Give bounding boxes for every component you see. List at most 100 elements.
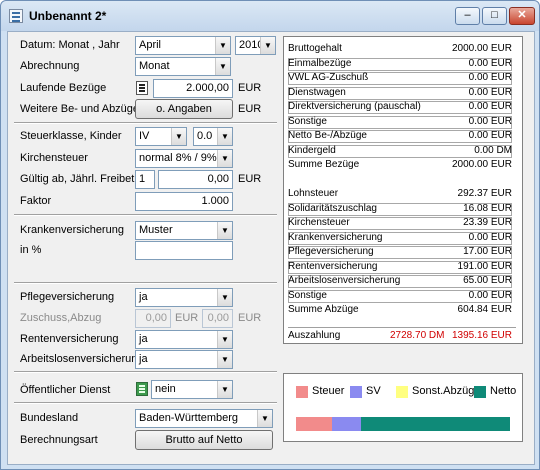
chevron-down-icon: ▼ — [217, 289, 232, 306]
result-label: Einmalbezüge — [288, 57, 352, 69]
separator — [288, 327, 516, 328]
kinder-select[interactable]: 0.0 ▼ — [193, 127, 233, 146]
result-row: Bruttogehalt 2000.00 EUR — [288, 43, 512, 56]
pv-label: Pflegeversicherung — [20, 291, 115, 303]
deduction-label: Arbeitslosenversicherung — [288, 275, 401, 286]
freibetrag-input[interactable]: 0,00 — [158, 170, 233, 189]
calculator-icon[interactable] — [136, 81, 148, 95]
inpct-input[interactable] — [135, 241, 233, 260]
minimize-button[interactable]: – — [455, 7, 480, 25]
zuschuss-input[interactable]: 0,00 — [135, 309, 171, 328]
berechnungsart-button[interactable]: Brutto auf Netto — [135, 430, 273, 450]
chevron-down-icon: ▼ — [217, 351, 232, 368]
result-value: 0.00 EUR — [468, 130, 512, 141]
deduction-value: 16.08 EUR — [463, 202, 512, 214]
deduction-label: Sonstige — [288, 289, 327, 301]
month-select-value: April — [139, 39, 162, 51]
breakdown-chart: Steuer SV Sonst.Abzüge Netto — [283, 373, 523, 442]
kirchensteuer-select[interactable]: normal 8% / 9% ▼ — [135, 149, 233, 168]
steuerklasse-select[interactable]: IV ▼ — [135, 127, 187, 146]
kv-select[interactable]: Muster ▼ — [135, 221, 233, 240]
kv-label: Krankenversicherung — [20, 224, 124, 236]
rv-select[interactable]: ja ▼ — [135, 330, 233, 349]
av-select-value: ja — [139, 353, 148, 365]
result-value: 0.00 EUR — [468, 57, 512, 69]
month-select[interactable]: April ▼ — [135, 36, 231, 55]
window-title: Unbenannt 2* — [29, 9, 107, 23]
zuschuss-unit: EUR — [175, 312, 199, 324]
result-value: 0.00 EUR — [468, 101, 512, 112]
deduction-row: Lohnsteuer 292.37 EUR — [288, 188, 512, 201]
bar-segment — [296, 417, 332, 431]
chevron-down-icon: ▼ — [217, 222, 232, 239]
results-panel: Bruttogehalt 2000.00 EUR Einmalbezüge 0.00 … — [283, 36, 523, 344]
bundesland-select[interactable]: Baden-Württemberg ▼ — [135, 409, 273, 428]
result-row: Einmalbezüge 0.00 EUR — [288, 57, 512, 71]
result-row: Sonstige 0.00 EUR — [288, 115, 512, 129]
result-value: 2000.00 EUR — [451, 159, 512, 170]
deduction-value: 17.00 EUR — [463, 246, 512, 257]
deduction-label: Kirchensteuer — [288, 217, 350, 228]
result-label: VWL AG-Zuschuß — [288, 72, 369, 83]
result-label: Sonstige — [288, 115, 327, 127]
deduction-label: Pflegeversicherung — [288, 246, 374, 257]
berechnungsart-label: Berechnungsart — [20, 434, 98, 446]
kv-select-value: Muster — [139, 224, 173, 236]
deduction-row: Rentenversicherung 191.00 EUR — [288, 260, 512, 274]
chevron-down-icon: ▼ — [257, 410, 272, 427]
laufende-unit: EUR — [238, 82, 262, 94]
abrechnung-select-value: Monat — [139, 60, 170, 72]
bundesland-select-value: Baden-Württemberg — [139, 412, 239, 424]
result-row: VWL AG-Zuschuß 0.00 EUR — [288, 72, 512, 85]
od-select-value: nein — [155, 383, 176, 395]
legend-swatch — [474, 386, 486, 398]
deduction-value: 191.00 EUR — [457, 260, 512, 272]
deduction-row: Summe Abzüge 604.84 EUR — [288, 304, 512, 317]
legend-label: Steuer — [312, 385, 345, 397]
deduction-label: Summe Abzüge — [288, 304, 359, 315]
freibetrag-label: Gültig ab, Jährl. Freibetrag — [20, 173, 151, 185]
app-window: Unbenannt 2* – □ ✕ Datum: Monat , Jahr A… — [0, 0, 540, 470]
abrechnung-label: Abrechnung — [20, 60, 80, 72]
chevron-down-icon: ▼ — [260, 37, 275, 54]
abzug-input[interactable]: 0,00 — [202, 309, 233, 328]
freibetrag-from-input[interactable]: 1 — [135, 170, 155, 189]
result-row: Kindergeld 0.00 DM — [288, 144, 512, 158]
chevron-down-icon: ▼ — [171, 128, 186, 145]
bar-segment — [360, 417, 510, 431]
steuerklasse-select-value: IV — [139, 130, 150, 142]
od-select[interactable]: nein ▼ — [151, 380, 233, 399]
weitere-button[interactable]: o. Angaben — [135, 99, 233, 119]
deduction-row: Arbeitslosenversicherung 65.00 EUR — [288, 275, 512, 288]
deduction-value: 0.00 EUR — [468, 289, 512, 301]
chevron-down-icon: ▼ — [217, 150, 232, 167]
bar-segment — [331, 417, 361, 431]
chevron-down-icon: ▼ — [215, 58, 230, 75]
deduction-value: 292.37 EUR — [457, 188, 512, 199]
faktor-input[interactable]: 1.000 — [135, 192, 233, 211]
deduction-label: Rentenversicherung — [288, 260, 378, 272]
title-bar[interactable]: Unbenannt 2* – □ ✕ — [1, 1, 539, 31]
year-select[interactable]: 2010 ▼ — [235, 36, 276, 55]
abrechnung-select[interactable]: Monat ▼ — [135, 57, 231, 76]
deduction-row: Krankenversicherung 0.00 EUR — [288, 231, 512, 245]
av-select[interactable]: ja ▼ — [135, 350, 233, 369]
chevron-down-icon: ▼ — [217, 331, 232, 348]
laufende-input[interactable]: 2.000,00 — [153, 79, 233, 98]
chevron-down-icon: ▼ — [217, 128, 232, 145]
legend-label: SV — [366, 385, 381, 397]
deduction-value: 604.84 EUR — [457, 304, 512, 315]
auszahlung-row: Auszahlung 2728.70 DM 1395.16 EUR — [288, 330, 512, 343]
result-label: Kindergeld — [288, 144, 336, 156]
maximize-button[interactable]: □ — [482, 7, 507, 25]
laufende-label: Laufende Bezüge — [20, 82, 107, 94]
calculator-icon[interactable] — [136, 382, 148, 396]
result-value: 0.00 EUR — [468, 72, 512, 83]
result-row: Direktversicherung (pauschal) 0.00 EUR — [288, 101, 512, 114]
close-button[interactable]: ✕ — [509, 7, 535, 25]
calculator-app-icon — [9, 9, 23, 23]
result-value: 0.00 EUR — [468, 115, 512, 127]
zuschuss-label: Zuschuss,Abzug — [20, 312, 102, 324]
pv-select[interactable]: ja ▼ — [135, 288, 233, 307]
legend-swatch — [296, 386, 308, 398]
